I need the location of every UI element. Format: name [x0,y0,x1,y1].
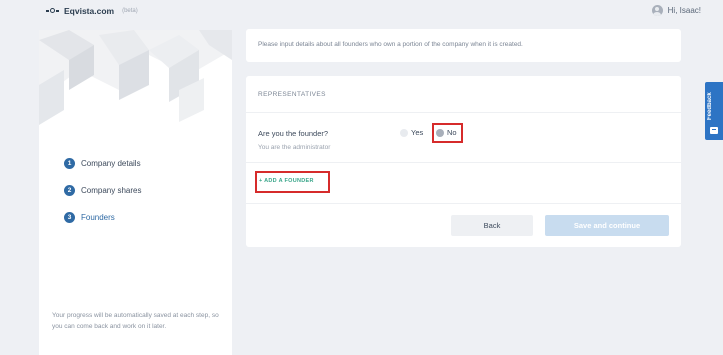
step-label: Company details [81,159,141,168]
intro-text: Please input details about all founders … [258,41,523,48]
user-avatar-icon [651,5,663,16]
brand-name: Eqvista.com [64,6,115,16]
representatives-card: REPRESENTATIVES Are you the founder? You… [246,76,681,247]
divider [246,112,681,113]
divider [246,162,681,163]
sidebar: 1 Company details 2 Company shares 3 Fou… [39,30,232,355]
founder-question: Are you the founder? [258,129,329,138]
brand-logo[interactable]: Eqvista.com (beta) [46,6,138,16]
user-menu[interactable]: Hi, Isaac! [651,5,701,16]
feedback-tab[interactable]: Feedback [705,82,723,140]
step-number-badge: 1 [64,158,75,169]
divider [246,203,681,204]
back-button[interactable]: Back [451,215,533,236]
decorative-cubes-art [39,30,232,125]
step-number-badge: 2 [64,185,75,196]
section-title: REPRESENTATIVES [258,91,326,98]
step-label: Company shares [81,186,142,195]
founder-yes-radio[interactable]: Yes [400,128,423,137]
autosave-note: Your progress will be automatically save… [52,312,219,330]
radio-label-yes: Yes [411,128,424,137]
step-label: Founders [81,213,115,222]
top-bar: Eqvista.com (beta) Hi, Isaac! [0,0,723,26]
administrator-note: You are the administrator [258,144,331,151]
step-company-details[interactable]: 1 Company details [64,150,141,177]
user-greeting: Hi, Isaac! [667,6,701,15]
step-number-badge: 3 [64,212,75,223]
eqvista-logo-icon [46,7,59,15]
highlight-box-no [432,123,463,143]
step-company-shares[interactable]: 2 Company shares [64,177,141,204]
radio-unchecked-icon [400,128,408,137]
progress-steps: 1 Company details 2 Company shares 3 Fou… [64,150,141,231]
feedback-label: Feedback [707,92,713,120]
save-and-continue-button[interactable]: Save and continue [545,215,669,236]
step-founders[interactable]: 3 Founders [64,204,141,231]
highlight-box-add-founder [255,171,330,193]
intro-card: Please input details about all founders … [246,29,681,62]
feedback-chat-icon [710,127,718,134]
brand-beta-tag: (beta) [122,8,138,14]
